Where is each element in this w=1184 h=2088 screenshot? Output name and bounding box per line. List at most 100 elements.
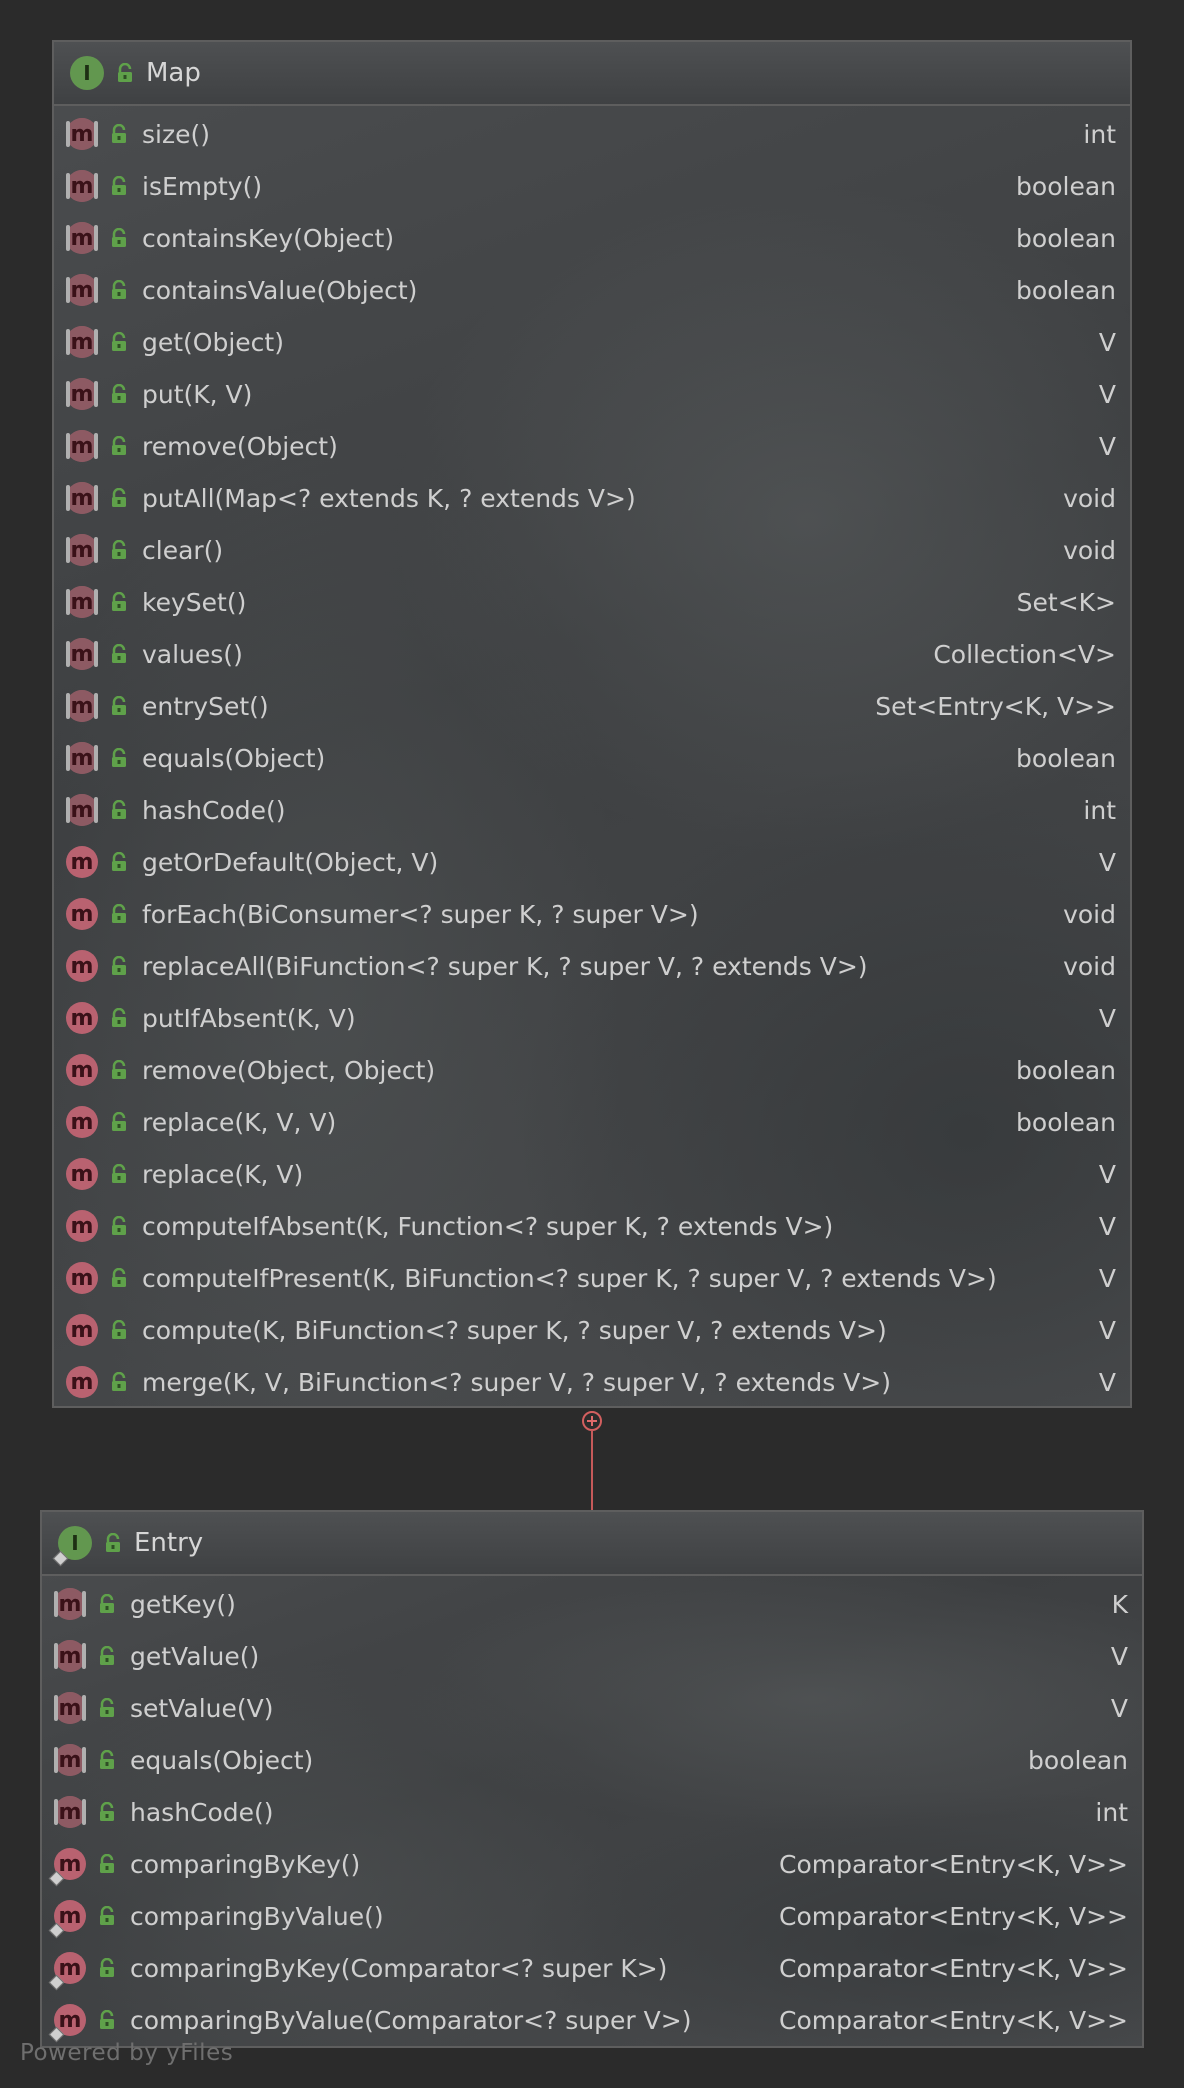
entry-method-list: m getKey() Km getValue() Vm setValue(V) Vm equa…: [42, 1576, 1142, 2046]
method-letter: m: [70, 901, 94, 927]
method-signature: putAll(Map<? extends K, ? extends V>): [142, 483, 636, 513]
abstract-method-icon: m: [66, 326, 98, 358]
method-signature: remove(Object): [142, 431, 338, 461]
return-type: boolean: [1016, 1055, 1116, 1085]
method-signature: get(Object): [142, 327, 284, 357]
method-row[interactable]: m hashCode() int: [42, 1786, 1142, 1838]
return-type: int: [1083, 119, 1116, 149]
method-row[interactable]: m remove(Object, Object) boolean: [54, 1044, 1130, 1096]
method-letter: m: [70, 953, 94, 979]
method-row[interactable]: m forEach(BiConsumer<? super K, ? super V…: [54, 888, 1130, 940]
method-letter: m: [70, 1265, 94, 1291]
return-type: V: [1098, 431, 1116, 461]
public-lock-icon: [110, 228, 128, 248]
return-type: boolean: [1016, 171, 1116, 201]
method-row[interactable]: m size() int: [54, 108, 1130, 160]
method-row[interactable]: m compute(K, BiFunction<? super K, ? supe…: [54, 1304, 1130, 1356]
method-row[interactable]: m keySet() Set<K>: [54, 576, 1130, 628]
return-type: boolean: [1016, 743, 1116, 773]
inner-class-connector-icon: [582, 1411, 602, 1431]
class-name: Entry: [134, 1528, 204, 1558]
method-signature: containsValue(Object): [142, 275, 418, 305]
method-row[interactable]: m values() Collection<V>: [54, 628, 1130, 680]
method-row[interactable]: m comparingByKey(Comparator<? super K>) Co…: [42, 1942, 1142, 1994]
public-lock-icon: [110, 748, 128, 768]
method-row[interactable]: m replaceAll(BiFunction<? super K, ? supe…: [54, 940, 1130, 992]
public-lock-icon: [110, 176, 128, 196]
method-letter: m: [70, 1161, 94, 1187]
return-type: void: [1063, 951, 1116, 981]
public-lock-icon: [110, 956, 128, 976]
method-signature: clear(): [142, 535, 224, 565]
method-row[interactable]: m clear() void: [54, 524, 1130, 576]
method-icon: m: [48, 1900, 86, 1939]
map-interface-node[interactable]: I Map m size() int m isEmpty() boolean m contai…: [52, 40, 1132, 1408]
method-icon: m: [66, 1106, 98, 1138]
map-header[interactable]: I Map: [54, 42, 1130, 106]
public-lock-icon: [110, 1372, 128, 1392]
return-type: int: [1095, 1797, 1128, 1827]
method-row[interactable]: m hashCode() int: [54, 784, 1130, 836]
method-signature: put(K, V): [142, 379, 253, 409]
method-row[interactable]: m containsValue(Object) boolean: [54, 264, 1130, 316]
method-letter: m: [70, 641, 94, 667]
method-letter: m: [70, 537, 94, 563]
method-letter: m: [70, 1317, 94, 1343]
method-row[interactable]: m setValue(V) V: [42, 1682, 1142, 1734]
method-icon: m: [66, 1054, 98, 1086]
method-row[interactable]: m computeIfAbsent(K, Function<? super K, …: [54, 1200, 1130, 1252]
return-type: K: [1111, 1589, 1128, 1619]
method-row[interactable]: m merge(K, V, BiFunction<? super V, ? sup…: [54, 1356, 1130, 1406]
method-row[interactable]: m replace(K, V) V: [54, 1148, 1130, 1200]
abstract-method-icon: m: [66, 378, 98, 410]
method-icon: m: [66, 898, 98, 930]
return-type: Collection<V>: [933, 639, 1116, 669]
return-type: Comparator<Entry<K, V>>: [779, 1849, 1128, 1879]
abstract-method-icon: m: [66, 222, 98, 254]
method-row[interactable]: m computeIfPresent(K, BiFunction<? super …: [54, 1252, 1130, 1304]
return-type: V: [1098, 1159, 1116, 1189]
method-row[interactable]: m put(K, V) V: [54, 368, 1130, 420]
method-row[interactable]: m entrySet() Set<Entry<K, V>>: [54, 680, 1130, 732]
method-signature: remove(Object, Object): [142, 1055, 436, 1085]
method-letter: m: [58, 1695, 82, 1721]
abstract-method-icon: m: [54, 1640, 86, 1672]
return-type: V: [1098, 1211, 1116, 1241]
method-letter: m: [70, 225, 94, 251]
entry-header[interactable]: I Entry: [42, 1512, 1142, 1576]
method-letter: m: [58, 1747, 82, 1773]
method-row[interactable]: m getOrDefault(Object, V) V: [54, 836, 1130, 888]
method-row[interactable]: m comparingByValue(Comparator<? super V>)…: [42, 1994, 1142, 2046]
public-lock-icon: [110, 332, 128, 352]
abstract-method-icon: m: [66, 638, 98, 670]
method-icon: m: [66, 1158, 98, 1190]
return-type: V: [1110, 1641, 1128, 1671]
method-row[interactable]: m remove(Object) V: [54, 420, 1130, 472]
method-row[interactable]: m comparingByKey() Comparator<Entry<K, V>>: [42, 1838, 1142, 1890]
method-icon: m: [48, 2004, 86, 2043]
method-row[interactable]: m getKey() K: [42, 1578, 1142, 1630]
method-row[interactable]: m putAll(Map<? extends K, ? extends V>) vo…: [54, 472, 1130, 524]
method-row[interactable]: m isEmpty() boolean: [54, 160, 1130, 212]
method-letter: m: [58, 1955, 82, 1981]
return-type: boolean: [1028, 1745, 1128, 1775]
abstract-method-icon: m: [66, 170, 98, 202]
abstract-method-icon: m: [54, 1796, 86, 1828]
public-lock-icon: [110, 124, 128, 144]
entry-interface-node[interactable]: I Entry m getKey() Km getValue() Vm setValue(…: [40, 1510, 1144, 2048]
return-type: V: [1110, 1693, 1128, 1723]
method-letter: m: [70, 485, 94, 511]
method-signature: equals(Object): [142, 743, 326, 773]
method-icon: m: [66, 950, 98, 982]
method-signature: getKey(): [130, 1589, 236, 1619]
method-row[interactable]: m replace(K, V, V) boolean: [54, 1096, 1130, 1148]
method-row[interactable]: m get(Object) V: [54, 316, 1130, 368]
public-lock-icon: [110, 1164, 128, 1184]
method-row[interactable]: m containsKey(Object) boolean: [54, 212, 1130, 264]
method-row[interactable]: m getValue() V: [42, 1630, 1142, 1682]
method-row[interactable]: m comparingByValue() Comparator<Entry<K, V…: [42, 1890, 1142, 1942]
method-row[interactable]: m putIfAbsent(K, V) V: [54, 992, 1130, 1044]
method-row[interactable]: m equals(Object) boolean: [42, 1734, 1142, 1786]
method-icon: m: [66, 1314, 98, 1346]
method-row[interactable]: m equals(Object) boolean: [54, 732, 1130, 784]
